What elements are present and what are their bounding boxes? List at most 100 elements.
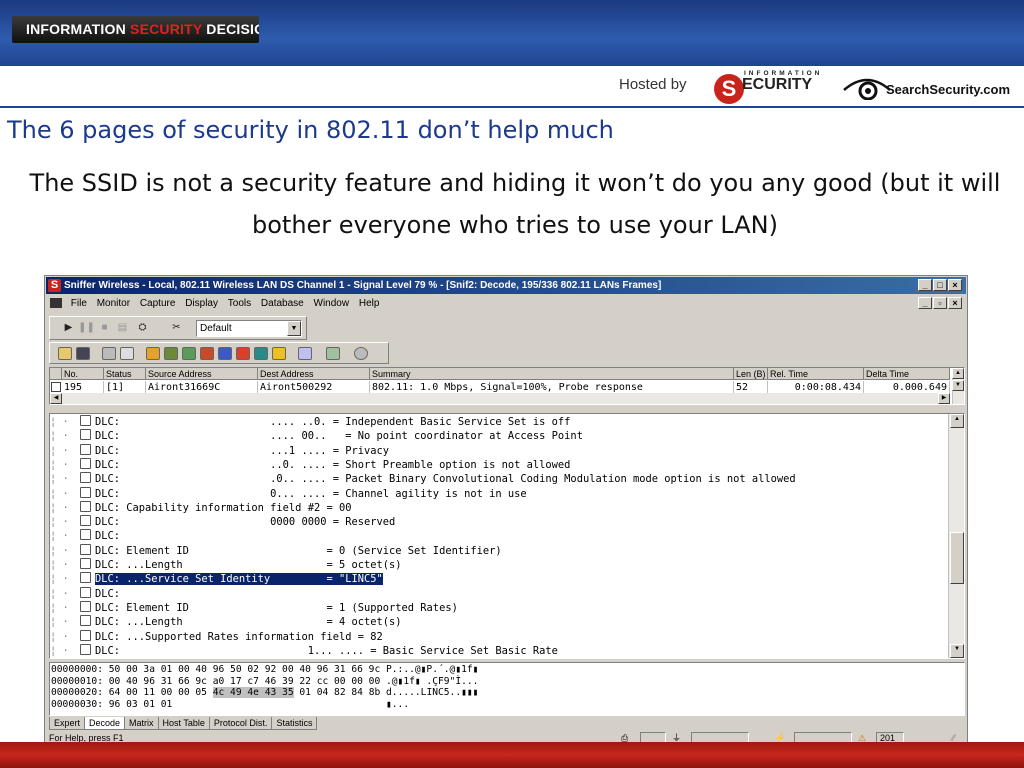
document-icon[interactable] [50, 298, 62, 309]
menu-file[interactable]: File [71, 295, 87, 312]
decode-line[interactable]: ¦ · DLC: .... 00.. = No point coordinator… [50, 429, 583, 443]
capture-toolbar: ▶ ❚❚ ■ ▤ ⛭ ✂ Default ▼ [49, 316, 307, 340]
print-preview-icon[interactable] [118, 346, 135, 362]
decode-line[interactable]: ¦ · DLC: Element ID = 1 (Supported Rates) [50, 600, 458, 615]
pause-capture-icon[interactable]: ❚❚ [78, 320, 95, 336]
scroll-down-icon[interactable]: ▼ [950, 644, 964, 658]
row-checkbox[interactable] [51, 382, 61, 392]
print-icon[interactable] [100, 346, 117, 362]
window-titlebar[interactable]: S Sniffer Wireless - Local, 802.11 Wirel… [46, 277, 966, 294]
chevron-down-icon[interactable]: ▼ [287, 321, 301, 336]
address-book-icon[interactable] [296, 346, 313, 362]
tab-decode[interactable]: Decode [84, 717, 126, 730]
tree-connector: ¦ · [50, 501, 69, 514]
window-title: Sniffer Wireless - Local, 802.11 Wireles… [64, 280, 662, 291]
decode-text: DLC: [95, 530, 121, 543]
tab-expert[interactable]: Expert [49, 717, 86, 730]
scroll-up-icon[interactable]: ▲ [952, 368, 964, 379]
column-header-delta-time[interactable]: Delta Time [864, 368, 950, 380]
scroll-down-icon[interactable]: ▼ [952, 380, 964, 391]
decode-line[interactable]: ¦ · DLC: ...Supported Rates information f… [50, 629, 383, 644]
hex-text: 00000030: 96 03 01 01 ▮... [51, 698, 410, 710]
scrollbar-thumb[interactable] [950, 532, 964, 584]
summary-vscrollbar[interactable]: ▲ ▼ [952, 368, 964, 404]
decode-line[interactable]: ¦ · DLC: ...Service Set Identity = "LINC5… [50, 572, 383, 586]
decode-line[interactable]: ¦ · DLC: ..0. .... = Short Preamble optio… [50, 457, 570, 472]
tree-connector: ¦ · [50, 559, 69, 571]
alarm-log-icon[interactable] [270, 346, 287, 362]
decode-vscrollbar[interactable]: ▲ ▼ [948, 414, 964, 658]
menu-capture[interactable]: Capture [140, 295, 176, 312]
tab-protocol-dist[interactable]: Protocol Dist. [208, 717, 273, 730]
decode-line[interactable]: ¦ · DLC: [50, 529, 120, 543]
column-header-no[interactable]: No. [62, 368, 104, 380]
column-header-rel-time[interactable]: Rel. Time [768, 368, 864, 380]
global-statistics-icon[interactable] [252, 346, 269, 362]
application-response-icon[interactable] [198, 346, 215, 362]
stop-display-icon[interactable]: ▤ [114, 320, 131, 336]
column-header-source[interactable]: Source Address [146, 368, 258, 380]
define-filter-icon[interactable]: ✂ [168, 320, 185, 336]
child-restore-button[interactable]: ▫ [933, 297, 947, 309]
decode-line[interactable]: ¦ · DLC: ...Length = 5 octet(s) [50, 558, 402, 572]
decode-line[interactable]: ¦ · DLC: ...Length = 4 octet(s) [50, 615, 402, 629]
start-capture-icon[interactable]: ▶ [60, 320, 77, 336]
tab-statistics[interactable]: Statistics [271, 717, 318, 730]
hex-pane[interactable]: 00000000: 50 00 3a 01 00 40 96 50 02 92 … [49, 662, 965, 716]
scroll-up-icon[interactable]: ▲ [950, 414, 964, 428]
tree-connector: ¦ · [50, 644, 69, 657]
column-header-dest[interactable]: Dest Address [258, 368, 370, 380]
stop-capture-icon[interactable]: ■ [96, 320, 113, 336]
column-header-status[interactable]: Status [104, 368, 146, 380]
binoculars-icon[interactable]: ⛭ [134, 320, 151, 336]
tree-connector: ¦ · [50, 473, 69, 486]
decode-line[interactable]: ¦ · DLC: 1... .... = Basic Service Set Ba… [50, 643, 558, 658]
decode-line[interactable]: ¦ · DLC: 0... .... = Channel agility is n… [50, 486, 527, 501]
menu-display[interactable]: Display [185, 295, 218, 312]
host-table-icon[interactable] [162, 346, 179, 362]
decode-line[interactable]: ¦ · DLC: Element ID = 0 (Service Set Iden… [50, 543, 502, 558]
decode-pane[interactable]: ¦ · DLC: .... ..0. = Independent Basic Se… [49, 413, 965, 659]
decode-line[interactable]: ¦ · DLC: .... ..0. = Independent Basic Se… [50, 415, 570, 429]
tab-host-table[interactable]: Host Table [157, 717, 210, 730]
protocol-distribution-icon[interactable] [234, 346, 251, 362]
history-samples-icon[interactable] [216, 346, 233, 362]
close-button[interactable]: × [948, 279, 962, 291]
tree-connector: ¦ · [50, 444, 69, 457]
tab-matrix[interactable]: Matrix [124, 717, 159, 730]
decode-text: DLC: .... ..0. = Independent Basic Servi… [95, 416, 571, 428]
decode-line[interactable]: ¦ · DLC: ...1 .... = Privacy [50, 443, 389, 458]
restore-button[interactable]: □ [933, 279, 947, 291]
decode-line[interactable]: ¦ · DLC: [50, 586, 120, 601]
scroll-left-icon[interactable]: ◀ [50, 393, 62, 404]
menu-help[interactable]: Help [359, 295, 380, 312]
brand-text-red: SECURITY [130, 21, 203, 37]
document-icon [80, 586, 91, 598]
cancel-icon[interactable] [352, 346, 369, 362]
tree-connector: ¦ · [50, 616, 69, 629]
open-folder-icon[interactable] [56, 346, 73, 362]
decode-line[interactable]: ¦ · DLC: 0000 0000 = Reserved [50, 515, 395, 529]
menu-monitor[interactable]: Monitor [97, 295, 130, 312]
minimize-button[interactable]: _ [918, 279, 932, 291]
column-header-summary[interactable]: Summary [370, 368, 734, 380]
hosted-by-label: Hosted by [619, 76, 687, 93]
scroll-right-icon[interactable]: ▶ [938, 393, 950, 404]
save-icon[interactable] [74, 346, 91, 362]
dashboard-icon[interactable] [144, 346, 161, 362]
document-icon [80, 543, 91, 555]
decode-line[interactable]: ¦ · DLC: .0.. .... = Packet Binary Convol… [50, 472, 796, 486]
decode-line[interactable]: ¦ · DLC: Capability information field #2 … [50, 500, 351, 515]
menu-window[interactable]: Window [314, 295, 350, 312]
menu-tools[interactable]: Tools [228, 295, 251, 312]
child-close-button[interactable]: × [948, 297, 962, 309]
menu-database[interactable]: Database [261, 295, 304, 312]
filter-select[interactable]: Default ▼ [196, 320, 302, 337]
summary-hscrollbar[interactable]: ◀ ▶ [50, 393, 950, 404]
matrix-icon[interactable] [180, 346, 197, 362]
column-header-len[interactable]: Len (B) [734, 368, 768, 380]
child-minimize-button[interactable]: _ [918, 297, 932, 309]
options-icon[interactable] [324, 346, 341, 362]
brand-logo: INFORMATION SECURITY DECISIONS [12, 16, 259, 43]
decode-text: DLC: Element ID = 0 (Service Set Identif… [95, 544, 502, 557]
